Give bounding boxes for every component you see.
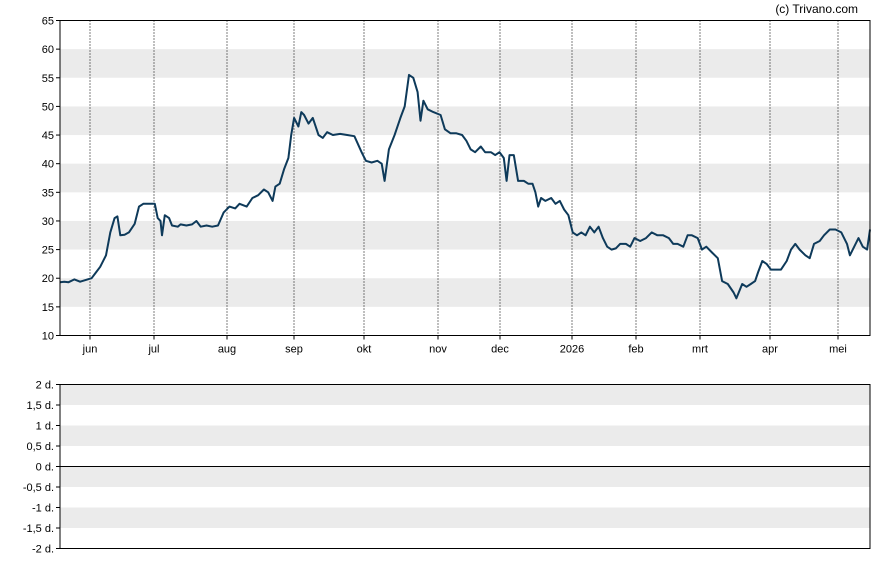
y-tick-label: -1,5 d. xyxy=(23,523,54,535)
y-tick-label: -2 d. xyxy=(32,544,54,556)
grid-band xyxy=(60,49,870,78)
y-tick-label: 1,5 d. xyxy=(26,400,54,412)
top-grid-bands xyxy=(60,49,870,307)
top-x-axis: jun jul aug sep okt nov dec 2026 feb mrt apr mei xyxy=(82,335,847,356)
y-tick-label: 30 xyxy=(42,216,54,228)
x-tick-label: feb xyxy=(628,344,643,356)
grid-band xyxy=(60,106,870,136)
charts-canvas: 10 15 20 25 30 35 40 45 50 55 60 65 jun jul aug sep okt… xyxy=(23,16,871,556)
x-tick-label: jul xyxy=(147,344,159,356)
x-tick-label: okt xyxy=(357,344,372,356)
y-tick-label: 15 xyxy=(42,302,54,314)
x-tick-label: mrt xyxy=(692,344,708,356)
x-tick-label: sep xyxy=(285,344,303,356)
y-tick-label: 25 xyxy=(42,245,54,257)
grid-band xyxy=(60,507,870,528)
grid-band xyxy=(60,278,870,307)
y-tick-label: -0,5 d. xyxy=(23,482,54,494)
y-tick-label: 40 xyxy=(42,159,54,171)
y-tick-label: 20 xyxy=(42,273,54,285)
top-y-axis: 10 15 20 25 30 35 40 45 50 55 60 65 xyxy=(42,16,60,343)
y-tick-label: 45 xyxy=(42,130,54,142)
y-tick-label: 55 xyxy=(42,73,54,85)
bottom-y-axis: 2 d. 1,5 d. 1 d. 0,5 d. 0 d. -0,5 d. -1 d. -1,5… xyxy=(23,380,60,556)
x-tick-label: 2026 xyxy=(560,344,584,356)
y-tick-label: 1 d. xyxy=(36,421,54,433)
y-tick-label: 0,5 d. xyxy=(26,441,54,453)
y-tick-label: -1 d. xyxy=(32,503,54,515)
x-tick-label: nov xyxy=(429,344,447,356)
y-tick-label: 0 d. xyxy=(36,462,54,474)
x-tick-label: aug xyxy=(218,344,236,356)
bottom-grid-bands xyxy=(60,384,870,528)
grid-band xyxy=(60,466,870,487)
y-tick-label: 2 d. xyxy=(36,380,54,392)
y-tick-label: 35 xyxy=(42,187,54,199)
grid-band xyxy=(60,163,870,193)
y-tick-label: 10 xyxy=(42,331,54,343)
y-tick-label: 50 xyxy=(42,101,54,113)
chart-page: (c) Trivano.com 10 15 20 25 30 35 40 45 50 55 60 65… xyxy=(0,0,888,565)
x-tick-label: apr xyxy=(762,344,778,356)
x-tick-label: jun xyxy=(82,344,98,356)
x-tick-label: dec xyxy=(491,344,509,356)
y-tick-label: 60 xyxy=(42,44,54,56)
x-tick-label: mei xyxy=(829,344,847,356)
grid-band xyxy=(60,384,870,405)
y-tick-label: 65 xyxy=(42,16,54,28)
grid-band xyxy=(60,425,870,446)
